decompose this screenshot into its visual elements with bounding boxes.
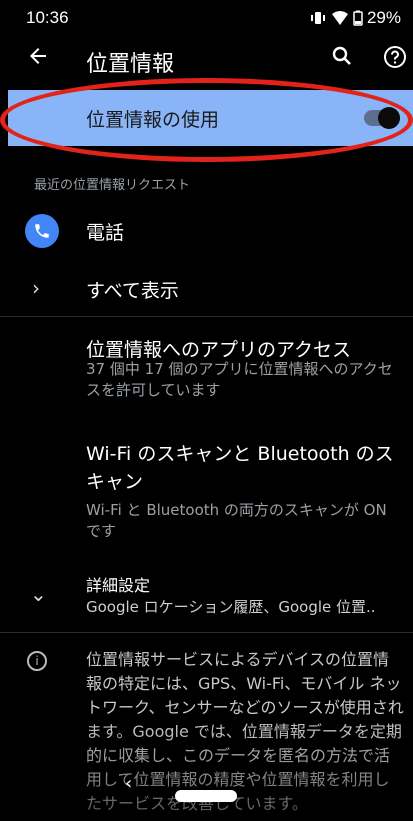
status-icons: 29% <box>309 8 401 28</box>
search-icon[interactable] <box>330 44 358 72</box>
page-title: 位置情報 <box>86 52 175 77</box>
vibrate-icon <box>310 12 325 24</box>
use-location-label: 位置情報の使用 <box>86 109 220 131</box>
wifi-icon <box>331 11 348 25</box>
app-bar: 位置情報 <box>0 36 413 88</box>
divider <box>0 316 413 317</box>
status-bar: 10:36 29% <box>0 0 413 36</box>
recent-requests-header: 最近の位置情報リクエスト <box>34 178 191 193</box>
scanning-subtitle: Wi-Fi と Bluetooth の両方のスキャンが ON です <box>86 501 387 540</box>
info-text: 位置情報サービスによるデバイスの位置情報の特定には、GPS、Wi-Fi、モバイル… <box>86 650 404 813</box>
status-time: 10:36 <box>26 8 69 27</box>
recent-request-item[interactable]: 電話 <box>86 218 124 245</box>
chevron-right-icon: › <box>32 276 40 300</box>
chevron-left-icon[interactable]: ‹ <box>125 773 132 794</box>
see-all-button[interactable]: すべて表示 <box>86 276 179 303</box>
advanced-subtitle: Google ロケーション履歴、Google 位置.. <box>86 598 376 616</box>
app-access-title[interactable]: 位置情報へのアプリのアクセス <box>86 335 351 362</box>
advanced-title[interactable]: 詳細設定 <box>86 572 150 596</box>
app-access-subtitle: 37 個中 17 個のアプリに位置情報へのアクセスを許可しています <box>86 360 393 399</box>
battery-percent: 29% <box>366 8 401 27</box>
chevron-down-icon: ⌄ <box>30 582 47 606</box>
phone-icon <box>25 214 59 248</box>
divider <box>0 632 413 633</box>
toggle-thumb[interactable] <box>378 107 400 129</box>
battery-icon <box>353 10 363 26</box>
home-pill-icon[interactable] <box>175 790 237 802</box>
help-icon[interactable] <box>383 45 409 71</box>
back-arrow-icon[interactable] <box>26 44 54 72</box>
info-icon: i <box>27 651 47 671</box>
scanning-title[interactable]: Wi-Fi のスキャンと Bluetooth のスキャン <box>86 440 404 496</box>
